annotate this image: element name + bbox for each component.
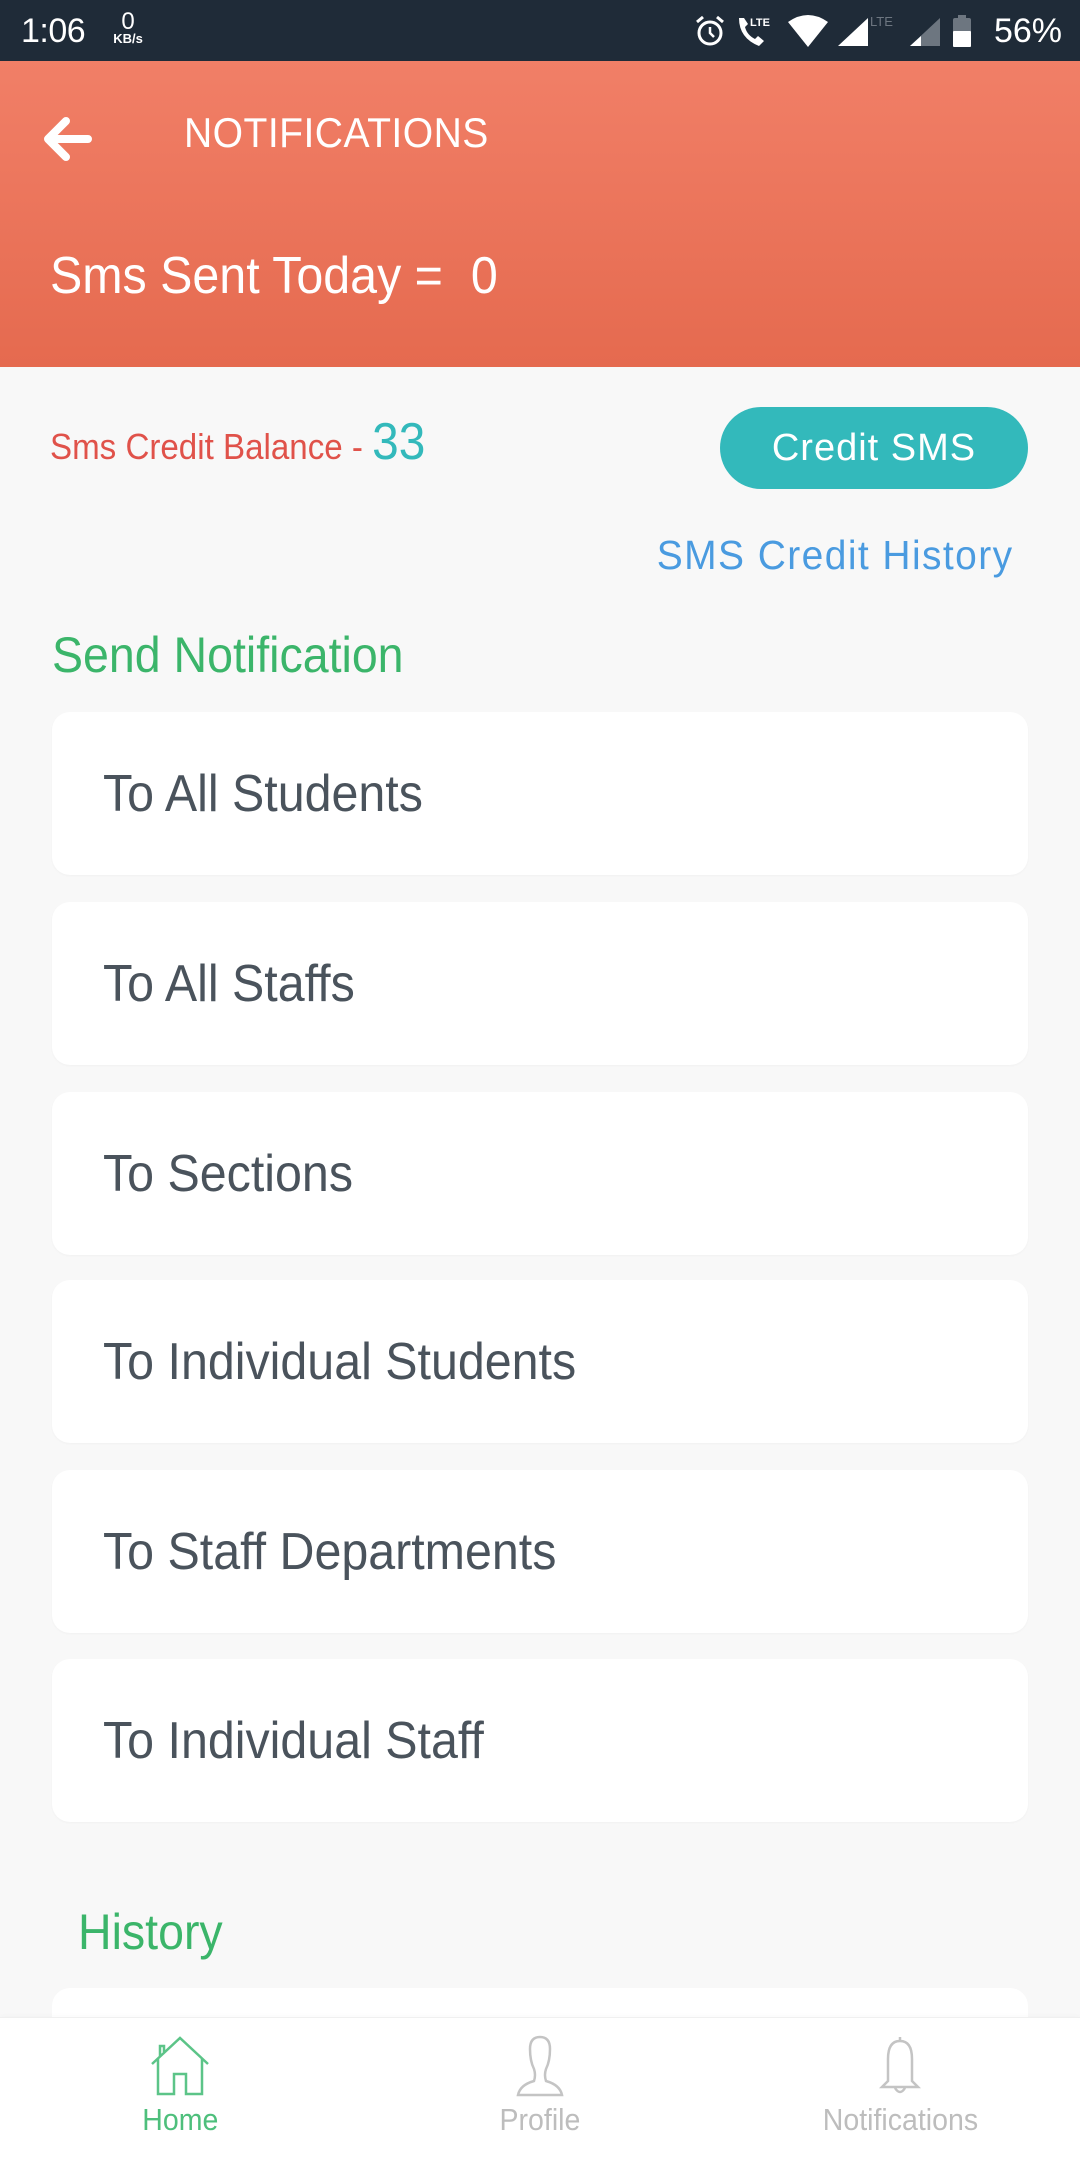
page-title: NOTIFICATIONS <box>184 109 489 156</box>
app-header: NOTIFICATIONS Sms Sent Today = 0 <box>0 61 1080 367</box>
history-heading: History <box>78 1904 223 1960</box>
svg-text:LTE: LTE <box>750 17 770 29</box>
notify-individual-staff[interactable]: To Individual Staff <box>52 1659 1028 1822</box>
list-item-label: To Individual Students <box>103 1332 577 1391</box>
notify-all-staffs[interactable]: To All Staffs <box>52 902 1028 1065</box>
sms-sent-label: Sms Sent Today = <box>50 247 443 305</box>
bottom-nav: Home Profile Notifications <box>0 2017 1080 2160</box>
send-notification-heading: Send Notification <box>52 627 404 683</box>
bell-icon <box>878 2037 922 2094</box>
sms-credit-history-link[interactable]: SMS Credit History <box>657 532 1014 579</box>
wifi-icon <box>788 15 828 47</box>
sms-sent-value: 0 <box>470 247 498 305</box>
status-icons: LTE LTE <box>694 14 972 48</box>
nav-profile-label: Profile <box>499 2102 581 2137</box>
sms-sent-today: Sms Sent Today = 0 <box>50 246 498 306</box>
signal-icon <box>910 18 940 46</box>
signal-lte-icon: LTE <box>838 14 893 46</box>
list-item-label: To Staff Departments <box>103 1522 557 1581</box>
nav-profile[interactable]: Profile <box>360 2018 720 2160</box>
battery-icon <box>953 15 971 47</box>
list-item-label: To Individual Staff <box>103 1711 484 1770</box>
nav-home[interactable]: Home <box>0 2018 360 2160</box>
volte-call-icon: LTE <box>739 17 770 46</box>
nav-notifications-label: Notifications <box>822 2102 978 2137</box>
arrow-left-icon <box>44 117 92 161</box>
notify-all-students[interactable]: To All Students <box>52 712 1028 875</box>
notify-individual-students[interactable]: To Individual Students <box>52 1280 1028 1443</box>
network-speed: 0 KB/s <box>108 10 148 46</box>
back-button[interactable] <box>38 109 98 169</box>
nav-notifications[interactable]: Notifications <box>720 2018 1080 2160</box>
svg-text:LTE: LTE <box>870 14 893 29</box>
battery-percent: 56% <box>993 12 1062 50</box>
profile-icon <box>516 2035 564 2097</box>
list-item-label: To All Students <box>103 764 423 823</box>
nav-home-label: Home <box>141 2102 219 2137</box>
credit-sms-button[interactable]: Credit SMS <box>720 407 1028 489</box>
list-item-label: To Sections <box>103 1144 353 1203</box>
list-item-label: To All Staffs <box>103 954 355 1013</box>
status-time: 1:06 <box>21 12 86 50</box>
credit-balance-value: 33 <box>372 413 426 471</box>
notify-sections[interactable]: To Sections <box>52 1092 1028 1255</box>
notify-staff-departments[interactable]: To Staff Departments <box>52 1470 1028 1633</box>
status-bar: 1:06 0 KB/s LTE LTE 56% <box>0 0 1080 61</box>
credit-balance-label: Sms Credit Balance - <box>50 426 373 467</box>
network-speed-unit: KB/s <box>113 31 143 46</box>
sms-credit-balance: Sms Credit Balance - 33 <box>50 412 425 472</box>
alarm-icon <box>696 15 724 46</box>
home-icon <box>151 2036 209 2096</box>
